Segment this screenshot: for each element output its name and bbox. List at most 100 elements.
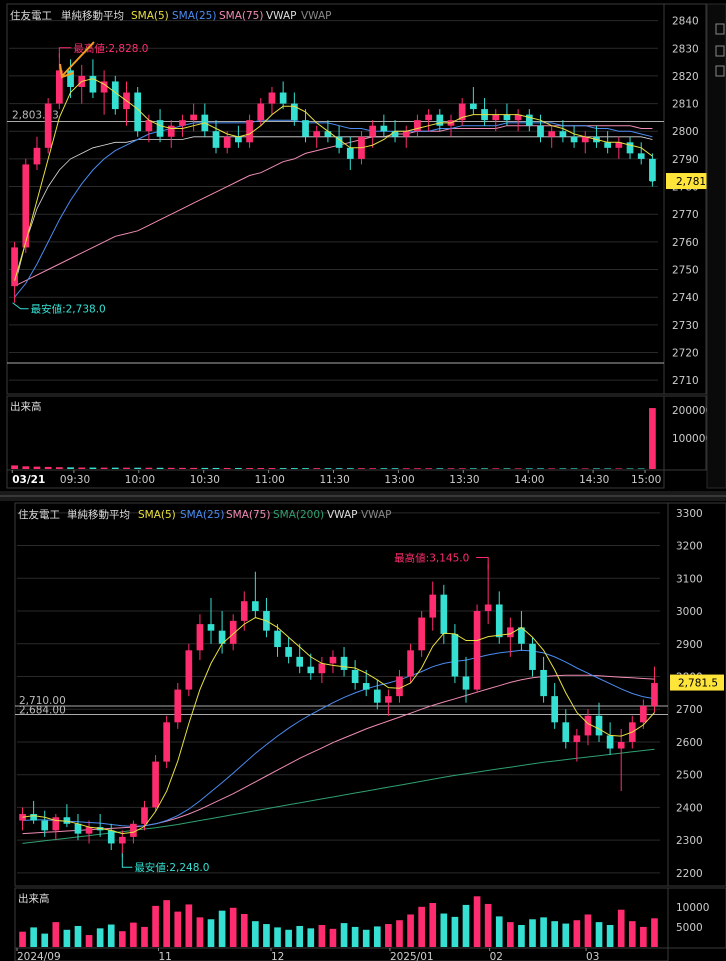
intraday-volume-bar	[458, 468, 466, 469]
intraday-volume-bar	[55, 467, 63, 469]
intraday-volume-bar	[581, 468, 589, 469]
daily-candle-body	[484, 604, 492, 612]
legend-sma25[interactable]: SMA(25)	[180, 509, 224, 521]
intraday-y-tick-label: 2710	[672, 375, 699, 387]
daily-candle-body	[551, 696, 559, 723]
intraday-y-tick-label: 2760	[672, 237, 699, 249]
intraday-volume-bar	[290, 468, 298, 469]
intraday-volume-bar	[514, 468, 522, 469]
daily-volume-bar	[429, 903, 437, 947]
intraday-candle-body	[492, 114, 500, 121]
legend-vwap[interactable]: VWAP	[266, 10, 297, 22]
daily-candle-body	[329, 656, 337, 664]
legend-sma200[interactable]: SMA(200)	[273, 509, 324, 521]
intraday-volume-bar	[100, 467, 108, 469]
intraday-volume-bar	[447, 468, 455, 469]
intraday-volume-bar	[626, 468, 634, 469]
intraday-volume-bar	[369, 468, 377, 469]
intraday-y-tick-label: 2790	[672, 154, 699, 166]
intraday-candle-body	[235, 136, 242, 143]
daily-volume-bar	[30, 927, 37, 947]
intraday-volume-bar	[358, 468, 365, 469]
daily-volume-bar	[484, 903, 492, 947]
intraday-candle-body	[380, 125, 388, 132]
daily-candle-body	[185, 650, 193, 690]
daily-volume-bar	[551, 921, 559, 947]
intraday-volume-bar	[257, 468, 265, 469]
intraday-volume-bar	[637, 468, 645, 469]
legend-sma75[interactable]: SMA(75)	[226, 509, 270, 521]
daily-volume-bar	[329, 928, 337, 947]
intraday-volume-title: 出来高	[10, 400, 42, 413]
daily-price-axis[interactable]	[667, 502, 726, 887]
daily-volume-bar	[396, 920, 403, 947]
daily-volume-bar	[385, 924, 392, 947]
legend-sma75[interactable]: SMA(75)	[219, 10, 263, 22]
intraday-price-area[interactable]	[6, 3, 665, 395]
legend-sma5[interactable]: SMA(5)	[138, 509, 176, 521]
intraday-volume-bar	[212, 467, 220, 469]
intraday-y-tick-label: 2820	[672, 71, 699, 83]
daily-volume-tick-5000: 5000	[676, 922, 703, 934]
intraday-candle-body	[324, 131, 332, 137]
intraday-volume-bar	[44, 466, 52, 469]
legend-sma25[interactable]: SMA(25)	[172, 10, 216, 22]
intraday-scrollbar[interactable]	[706, 3, 726, 489]
intraday-volume-bar	[481, 468, 488, 469]
intraday-volume-area[interactable]	[6, 395, 665, 471]
daily-candle-body	[240, 601, 248, 621]
intraday-x-tick-label: 13:00	[384, 474, 414, 486]
daily-volume-bar	[185, 904, 193, 947]
intraday-candle-body	[626, 142, 634, 154]
intraday-volume-bar	[615, 468, 623, 469]
legend-vwap[interactable]: VWAP	[327, 509, 358, 521]
intraday-candle-body	[637, 153, 645, 159]
intraday-price-axis[interactable]	[663, 3, 707, 395]
intraday-low-label: 最安値:2,738.0	[31, 303, 106, 316]
intraday-candle-body	[246, 120, 253, 143]
daily-candle-body	[385, 696, 392, 703]
intraday-x-tick-label: 10:00	[125, 474, 155, 486]
daily-candle-body	[640, 705, 647, 723]
daily-volume-bar	[274, 927, 281, 947]
intraday-volume-bar	[89, 467, 97, 469]
legend-symbol: 住友電工	[10, 9, 52, 22]
daily-volume-bar	[307, 928, 315, 947]
intraday-volume-bar	[525, 468, 533, 469]
daily-candle-body	[595, 715, 603, 736]
legend-vwap-2[interactable]: VWAP	[301, 10, 332, 22]
daily-candle-body	[152, 761, 159, 808]
daily-volume-bar	[207, 919, 215, 947]
intraday-x-tick-label: 14:00	[514, 474, 544, 486]
intraday-candle-body	[302, 120, 309, 137]
intraday-candle-body	[470, 103, 477, 110]
intraday-volume-bar	[649, 408, 656, 469]
daily-volume-bar	[562, 923, 570, 947]
daily-candle-body	[573, 735, 581, 742]
intraday-volume-bar	[604, 468, 612, 469]
daily-candle-body	[340, 656, 348, 670]
intraday-candle-body	[548, 131, 556, 137]
daily-volume-bar	[52, 922, 60, 947]
legend-vwap-2[interactable]: VWAP	[361, 509, 392, 521]
intraday-volume-bar	[324, 468, 332, 469]
intraday-candle-body	[44, 103, 52, 148]
intraday-volume-bar	[111, 467, 119, 469]
daily-x-tick-label: 12	[271, 951, 284, 961]
intraday-volume-bar	[235, 468, 242, 469]
daily-candle-body	[418, 617, 425, 651]
intraday-candle-body	[425, 114, 432, 121]
daily-volume-bar	[373, 926, 381, 947]
daily-candle-body	[107, 830, 115, 844]
daily-volume-bar	[362, 929, 370, 947]
daily-volume-bar	[473, 896, 481, 947]
intraday-y-tick-label: 2720	[672, 348, 699, 360]
intraday-y-tick-label: 2740	[672, 292, 699, 304]
daily-candle-body	[440, 594, 448, 634]
intraday-y-tick-label: 2810	[672, 99, 699, 111]
intraday-volume-bar	[201, 467, 209, 469]
daily-volume-bar	[584, 914, 592, 947]
daily-volume-bar	[451, 916, 459, 947]
daily-volume-bar	[41, 933, 49, 947]
legend-sma5[interactable]: SMA(5)	[131, 10, 169, 22]
